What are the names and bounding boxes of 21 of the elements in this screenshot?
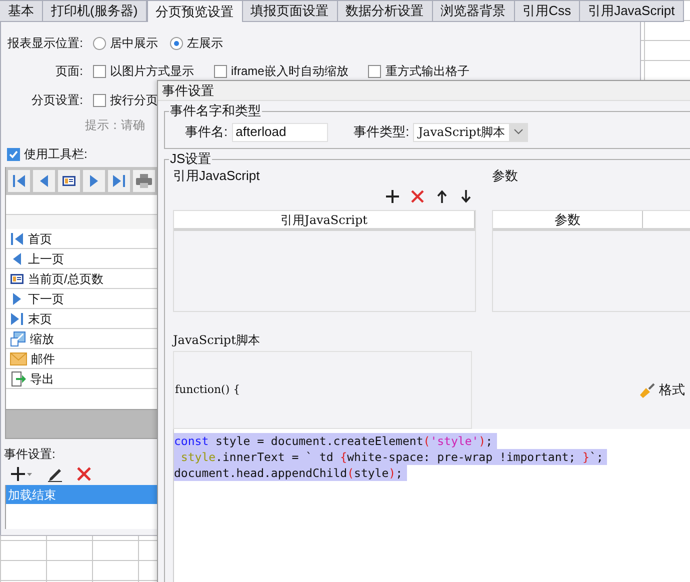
group-title: 引用JavaScript [173, 168, 261, 184]
radio-label: 居中展示 [110, 35, 158, 52]
field-label: 报表显示位置: [6, 35, 84, 52]
field-label: 分页设置: [30, 92, 84, 109]
field-label: 事件名: [185, 123, 228, 142]
field-label: 事件类型: [354, 123, 410, 142]
field-label: 页面: [54, 63, 84, 80]
checkbox-label: 使用工具栏: [24, 146, 88, 163]
function-header: function() { [174, 382, 240, 398]
section-label: 事件设置: [3, 446, 56, 463]
checkbox-label: 以图片方式显示 [110, 63, 194, 80]
checkbox-label: 按行分页 [110, 92, 158, 109]
checkbox-label: iframe嵌入时自动缩放 [231, 63, 348, 80]
hint-text: 提示：请确 [85, 117, 145, 134]
group-title: JS设置 [169, 151, 212, 167]
group-title: 事件名字和类型 [169, 103, 262, 119]
group-title: 参数 [492, 168, 519, 184]
dialog-title: 事件设置 [162, 82, 214, 100]
group-title: JavaScript脚本 [173, 332, 261, 348]
checkbox-label: 重方式输出格子 [385, 63, 470, 80]
radio-label: 左展示 [187, 35, 223, 52]
